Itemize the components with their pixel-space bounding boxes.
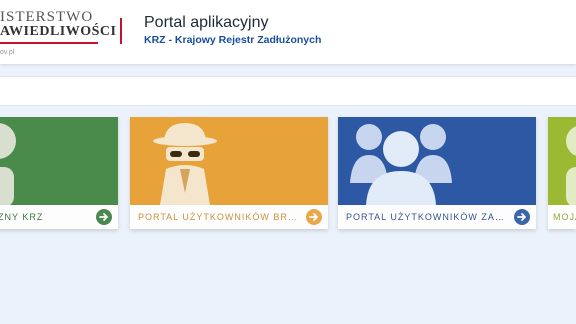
tile-moja[interactable]: MOJA (548, 117, 576, 229)
tile-portal-branzowy-footer: PORTAL UŻYTKOWNIKÓW BRANŻ… (130, 205, 328, 229)
page-title: Portal aplikacyjny (144, 14, 269, 31)
tile-portal-zarejestrowanych-label: PORTAL UŻYTKOWNIKÓW ZAREJE… (346, 212, 506, 222)
tile-moja-footer: MOJA (548, 205, 576, 229)
ministry-logo-line2: AWIEDLIWOŚCI (0, 24, 117, 39)
logo-url: ov.pl (0, 49, 15, 56)
tile-krz-art (0, 117, 118, 205)
arrow-right-icon[interactable] (514, 209, 530, 225)
tile-krz-footer: ZNY KRZ (0, 205, 118, 229)
tile-portal-zarejestrowanych-footer: PORTAL UŻYTKOWNIKÓW ZAREJE… (338, 205, 536, 229)
toolbar-bar (0, 76, 576, 106)
tile-moja-art (548, 117, 576, 205)
tile-portal-zarejestrowanych-art (338, 117, 536, 205)
tile-moja-label: MOJA (553, 212, 576, 222)
tile-portal-branzowy-label: PORTAL UŻYTKOWNIKÓW BRANŻ… (138, 212, 298, 222)
page-subtitle[interactable]: KRZ - Krajowy Rejestr Zadłużonych (144, 34, 321, 46)
logo-rule (0, 42, 98, 44)
tile-krz-label: ZNY KRZ (0, 212, 44, 222)
tile-portal-branzowy-art (130, 117, 328, 205)
arrow-right-icon[interactable] (96, 209, 112, 225)
arrow-right-icon[interactable] (306, 209, 322, 225)
tile-portal-zarejestrowanych[interactable]: PORTAL UŻYTKOWNIKÓW ZAREJE… (338, 117, 536, 229)
header-divider (120, 18, 122, 44)
app-header: ISTERSTWO AWIEDLIWOŚCI ov.pl Portal apli… (0, 0, 576, 64)
tile-krz[interactable]: ZNY KRZ (0, 117, 118, 229)
tile-portal-branzowy[interactable]: PORTAL UŻYTKOWNIKÓW BRANŻ… (130, 117, 328, 229)
